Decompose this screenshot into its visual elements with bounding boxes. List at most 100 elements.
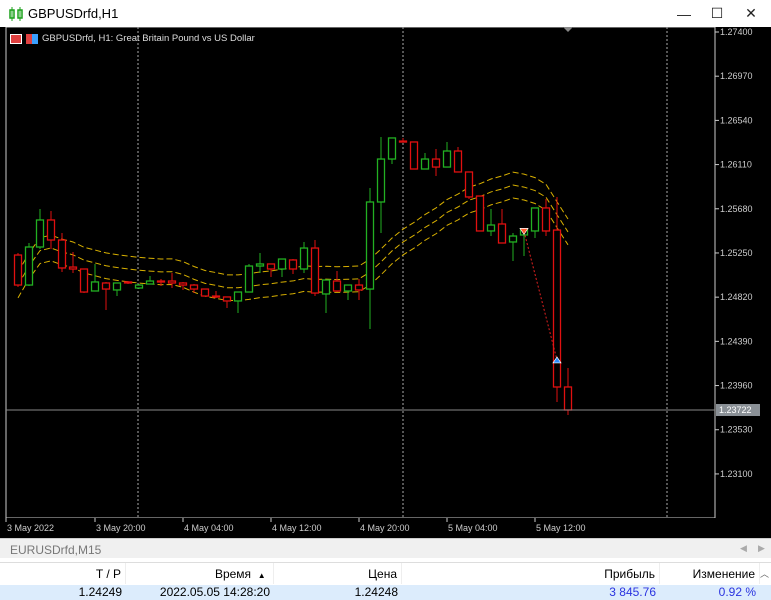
- title-bar: GBPUSDrfd,H1 — ☐ ✕: [0, 0, 771, 27]
- candlestick-chart-icon: [9, 6, 23, 21]
- current-price-label: 1.23722: [719, 405, 752, 415]
- candle-bullish: [508, 235, 518, 243]
- candle-bearish: [211, 295, 221, 298]
- candle-bullish: [24, 246, 34, 286]
- candle-bearish: [266, 263, 276, 270]
- tab-scroll-right-icon[interactable]: ▶: [758, 543, 765, 554]
- minimize-button[interactable]: —: [667, 0, 701, 27]
- candle-bearish: [398, 140, 408, 143]
- price-tick-label: 1.26110: [720, 160, 752, 170]
- candle-bearish: [46, 219, 56, 241]
- candle-bullish: [233, 291, 243, 302]
- candle-bearish: [189, 284, 199, 290]
- price-tick-label: 1.27400: [720, 27, 753, 37]
- candle-bearish: [178, 282, 188, 286]
- price-tick-label: 1.25250: [720, 248, 753, 258]
- column-header-time-label: Время: [214, 567, 252, 581]
- price-tick-label: 1.23960: [720, 381, 753, 391]
- candle-bearish: [13, 254, 23, 286]
- cell-tp: 1.24249: [78, 585, 122, 599]
- candle-bearish: [79, 268, 89, 293]
- candle-bearish: [475, 195, 485, 232]
- time-tick-label: 3 May 20:00: [96, 523, 146, 533]
- column-header-tp[interactable]: T / P: [0, 563, 126, 584]
- time-tick-label: 4 May 20:00: [360, 523, 410, 533]
- candle-bearish: [310, 247, 320, 294]
- window-title: GBPUSDrfd,H1: [28, 6, 119, 21]
- candle-bearish: [354, 284, 364, 291]
- price-tick-label: 1.25680: [720, 204, 753, 214]
- price-chart[interactable]: 1.27400 1.26970 1.26540 1.26110 1.25680 1.252…: [0, 27, 771, 538]
- price-tick-label: 1.23530: [720, 425, 753, 435]
- candle-bearish: [222, 296, 232, 302]
- chart-symbol-description: GBPUSDrfd, H1: Great Britain Pound vs US…: [42, 33, 255, 44]
- candle-bullish: [244, 265, 254, 293]
- time-tick-label: 3 May 2022: [7, 523, 54, 533]
- candle-bearish: [431, 158, 441, 168]
- cell-change: 0.92 %: [718, 585, 756, 599]
- candle-bullish: [420, 158, 430, 170]
- candle-bearish: [156, 280, 166, 283]
- chart-tab-eurusd[interactable]: EURUSDrfd,M15: [10, 543, 101, 557]
- candle-bullish: [365, 201, 375, 290]
- price-tick-label: 1.24820: [720, 292, 753, 302]
- price-tick-label: 1.24390: [720, 336, 753, 346]
- candle-bullish: [134, 284, 144, 289]
- candle-bullish: [442, 150, 452, 168]
- column-header-change[interactable]: Изменение: [660, 563, 760, 584]
- candle-bearish: [123, 281, 133, 284]
- candle-bearish: [288, 259, 298, 270]
- chart-shift-marker-icon: [563, 27, 573, 32]
- candle-bearish: [332, 280, 342, 292]
- candle-bullish: [35, 219, 45, 248]
- cell-price: 1.24248: [354, 585, 398, 599]
- candle-bullish: [343, 284, 353, 292]
- price-tick-label: 1.26970: [720, 71, 753, 81]
- table-header: T / P Время ▲ Цена Прибыль Изменение ︿: [0, 562, 771, 584]
- candle-bearish: [453, 150, 463, 173]
- chart-canvas[interactable]: 1.27400 1.26970 1.26540 1.26110 1.25680 1.252…: [0, 27, 771, 538]
- scroll-up-icon[interactable]: ︿: [760, 563, 771, 584]
- candle-bearish: [167, 280, 177, 284]
- candle-bearish: [68, 266, 78, 270]
- maximize-button[interactable]: ☐: [700, 0, 734, 27]
- candle-bearish: [464, 171, 474, 198]
- candle-bearish: [200, 288, 210, 297]
- indicator-list-icon[interactable]: [10, 33, 22, 44]
- chart-tab-bar: EURUSDrfd,M15 ◀ ▶: [0, 538, 771, 558]
- price-tick-label: 1.23100: [720, 469, 753, 479]
- candle-bullish: [530, 207, 540, 232]
- candle-bearish: [101, 282, 111, 290]
- trade-connection-line: [523, 231, 558, 361]
- cell-profit: 3 845.76: [609, 585, 656, 599]
- candle-bearish: [57, 239, 67, 269]
- candle-bullish: [112, 282, 122, 291]
- candle-bullish: [376, 158, 386, 203]
- price-tick-label: 1.26540: [720, 115, 753, 125]
- candle-bullish: [486, 224, 496, 232]
- column-header-time[interactable]: Время ▲: [126, 563, 274, 584]
- sort-ascending-icon: ▲: [257, 571, 266, 580]
- cell-time: 2022.05.05 14:28:20: [159, 585, 270, 599]
- candle-bearish: [497, 223, 507, 244]
- table-row[interactable]: 1.24249 2022.05.05 14:28:20 1.24248 3 84…: [0, 585, 771, 600]
- candle-bullish: [145, 280, 155, 285]
- column-header-profit[interactable]: Прибыль: [402, 563, 660, 584]
- plot-border: [5, 27, 716, 519]
- time-tick-label: 4 May 04:00: [184, 523, 234, 533]
- candle-bullish: [90, 281, 100, 292]
- candle-bearish: [541, 207, 551, 232]
- close-button[interactable]: ✕: [734, 0, 768, 27]
- candle-bearish: [409, 141, 419, 170]
- candle-bearish: [563, 386, 573, 411]
- tab-scroll-left-icon[interactable]: ◀: [740, 543, 747, 554]
- candle-bullish: [387, 137, 397, 160]
- chart-type-icon[interactable]: [26, 33, 38, 44]
- column-header-price[interactable]: Цена: [274, 563, 402, 584]
- candle-bearish: [552, 229, 562, 388]
- time-tick-label: 5 May 04:00: [448, 523, 498, 533]
- envelope-lower: [17, 197, 569, 302]
- candle-bullish: [299, 247, 309, 270]
- chart-legend: GBPUSDrfd, H1: Great Britain Pound vs US…: [10, 33, 255, 44]
- time-tick-label: 4 May 12:00: [272, 523, 322, 533]
